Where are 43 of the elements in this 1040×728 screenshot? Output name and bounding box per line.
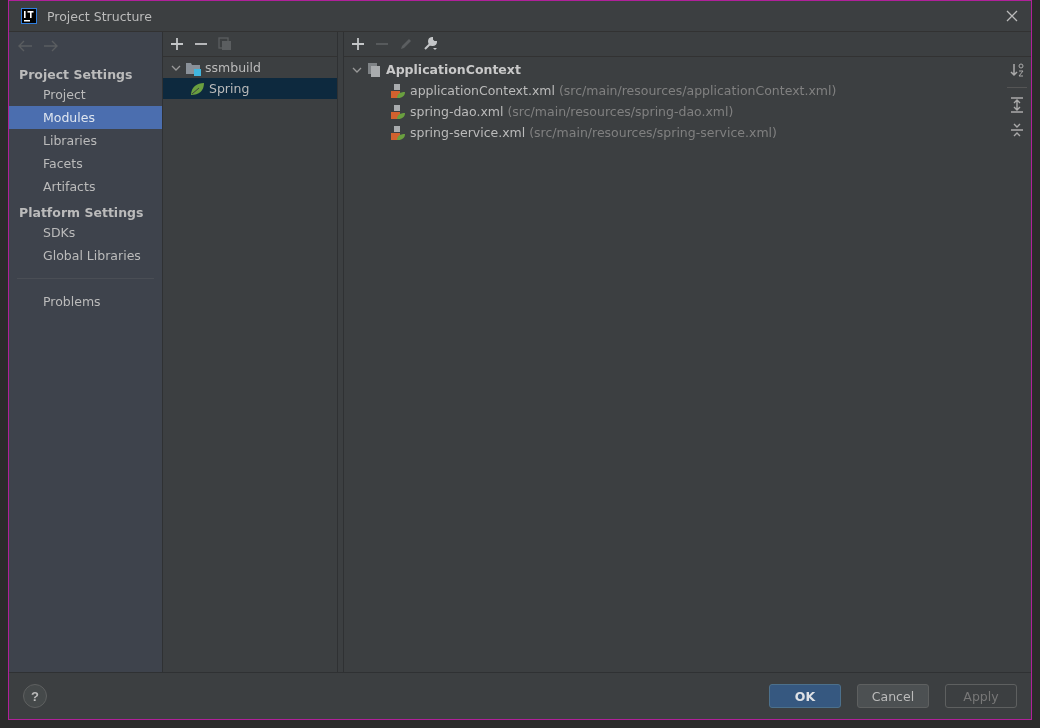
sort-button[interactable] — [1010, 62, 1024, 78]
plus-icon — [351, 37, 365, 51]
sidebar-item[interactable]: Modules — [9, 106, 162, 129]
pencil-icon — [399, 37, 413, 51]
dialog-button[interactable]: OK — [769, 684, 841, 708]
collapse-all-button[interactable] — [1010, 122, 1024, 138]
xml-file-icon — [390, 103, 406, 120]
app-logo-icon — [21, 8, 37, 24]
sidebar-item[interactable]: Global Libraries — [9, 244, 162, 267]
add-button[interactable] — [170, 37, 184, 51]
plus-icon — [170, 37, 184, 51]
tree-row[interactable]: ssmbuild — [163, 57, 337, 78]
xml-file-icon — [390, 82, 406, 99]
sidebar-item[interactable]: Libraries — [9, 129, 162, 152]
leaf-icon — [189, 80, 205, 97]
copy-icon — [218, 37, 232, 51]
sidebar-item[interactable]: Problems — [9, 290, 162, 313]
sidebar-item[interactable]: Artifacts — [9, 175, 162, 198]
xml-file-icon — [390, 124, 406, 141]
tree-label: Spring — [209, 81, 250, 96]
file-name: spring-dao.xml — [410, 104, 504, 119]
file-path: (src/main/resources/spring-service.xml) — [529, 125, 777, 140]
expand-all-button[interactable] — [1010, 97, 1024, 113]
file-path: (src/main/resources/spring-dao.xml) — [507, 104, 734, 119]
section-title: Platform Settings — [18, 204, 145, 221]
sidebar-item[interactable]: SDKs — [9, 221, 162, 244]
file-set-icon — [366, 61, 382, 78]
settings-button[interactable] — [423, 37, 437, 51]
sidebar-item[interactable]: Facets — [9, 152, 162, 175]
tree-label: ApplicationContext — [386, 62, 521, 77]
file-name: spring-service.xml — [410, 125, 526, 140]
dialog-button[interactable]: Cancel — [857, 684, 929, 708]
wrench-icon — [423, 37, 437, 51]
close-button[interactable] — [1005, 9, 1019, 23]
section-title: Project Settings — [18, 66, 134, 83]
add-button[interactable] — [351, 37, 365, 51]
tree-row[interactable]: Spring — [163, 78, 337, 99]
sidebar-item[interactable]: Project — [9, 83, 162, 106]
file-name: applicationContext.xml — [410, 83, 555, 98]
window-title: Project Structure — [47, 8, 153, 24]
tree-label: ssmbuild — [205, 60, 261, 75]
file-path: (src/main/resources/applicationContext.xml) — [558, 83, 837, 98]
help-button[interactable]: ? — [23, 684, 47, 708]
